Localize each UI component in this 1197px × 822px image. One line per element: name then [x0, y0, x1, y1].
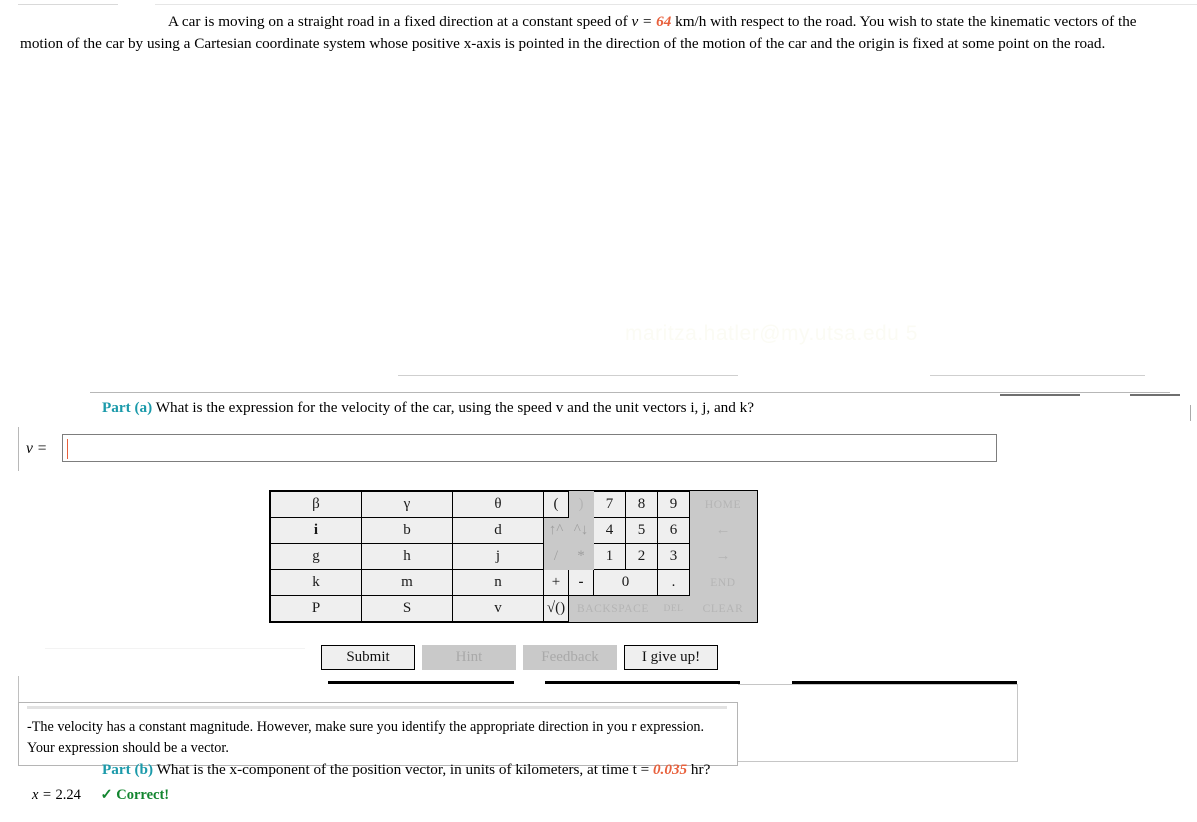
- key-end: END: [689, 569, 757, 596]
- hint-text: -The velocity has a constant magnitude. …: [27, 719, 705, 757]
- mid-rule-d: [1000, 394, 1080, 396]
- key-S[interactable]: S: [361, 595, 453, 622]
- part-b-answer-value: 2.24: [55, 787, 81, 803]
- key-superscript-down-icon: ^↓: [568, 517, 594, 544]
- key-arrow-left-icon: ←: [689, 517, 757, 544]
- key-9[interactable]: 9: [657, 491, 690, 518]
- key-P[interactable]: P: [270, 595, 362, 622]
- faint-rule-low-left: [45, 648, 305, 649]
- key-arrow-right-icon: →: [689, 543, 757, 570]
- part-a-label: Part (a): [102, 399, 153, 416]
- part-b-time-value: 0.035: [652, 761, 688, 778]
- key-close-paren: ): [568, 491, 594, 518]
- key-multiply: *: [568, 543, 594, 570]
- right-feedback-panel: [738, 684, 1018, 762]
- keypad-row-3: g h j / * 1 2 3 →: [270, 543, 757, 570]
- key-del: DEL: [657, 595, 690, 622]
- key-decimal-point[interactable]: .: [657, 569, 690, 596]
- hint-button: Hint: [422, 645, 516, 670]
- key-j-hat[interactable]: j: [452, 543, 544, 570]
- key-i-hat[interactable]: i: [270, 517, 362, 544]
- part-a-section: Part (a) What is the expression for the …: [0, 399, 1197, 417]
- part-a-answer-row: v =: [18, 427, 998, 471]
- hint-left-border-top: [18, 676, 19, 702]
- math-keypad[interactable]: β γ θ ( ) 7 8 9 HOME i b d ↑^ ^↓ 4 5 6 ←: [269, 490, 758, 623]
- keypad-row-2: i b d ↑^ ^↓ 4 5 6 ←: [270, 517, 757, 544]
- part-b-label: Part (b): [102, 761, 154, 778]
- hint-box-top-stripe: [27, 706, 727, 709]
- hint-text-box: -The velocity has a constant magnitude. …: [18, 702, 738, 767]
- feedback-button: Feedback: [523, 645, 617, 670]
- key-6[interactable]: 6: [657, 517, 690, 544]
- submit-button[interactable]: Submit: [321, 645, 415, 670]
- key-0[interactable]: 0: [593, 569, 658, 596]
- key-backspace: BACKSPACE: [568, 595, 658, 622]
- part-b-question-after: hr?: [687, 761, 711, 778]
- key-divide: /: [543, 543, 569, 570]
- mid-rule-b: [930, 375, 1145, 376]
- key-v[interactable]: v: [452, 595, 544, 622]
- key-clear: CLEAR: [689, 595, 757, 622]
- key-7[interactable]: 7: [593, 491, 626, 518]
- answer-input[interactable]: [62, 434, 997, 462]
- key-gamma[interactable]: γ: [361, 491, 453, 518]
- give-up-button[interactable]: I give up!: [624, 645, 718, 670]
- part-b-answer-row: x = 2.24 ✓ Correct!: [32, 787, 169, 804]
- action-button-bar: Submit Hint Feedback I give up!: [321, 645, 718, 670]
- answer-variable-label: v =: [26, 440, 48, 457]
- keypad-row-5: P S v √() BACKSPACE DEL CLEAR: [270, 595, 757, 622]
- bottom-rule-a: [328, 681, 514, 684]
- key-3[interactable]: 3: [657, 543, 690, 570]
- part-b-heading: Part (b) What is the x-component of the …: [0, 761, 1197, 779]
- key-n[interactable]: n: [452, 569, 544, 596]
- problem-text-before: A car is moving on a straight road in a …: [168, 13, 632, 30]
- keypad-row-4: k m n + - 0 . END: [270, 569, 757, 596]
- key-2[interactable]: 2: [625, 543, 658, 570]
- part-a-heading: Part (a) What is the expression for the …: [0, 399, 1197, 417]
- mid-rule-e: [1130, 394, 1180, 396]
- part-a-question: What is the expression for the velocity …: [155, 399, 755, 416]
- text-caret: [67, 439, 68, 459]
- key-minus[interactable]: -: [568, 569, 594, 596]
- email-watermark: maritza.hatler@my.utsa.edu 5: [625, 322, 918, 345]
- top-rule-right: [155, 4, 1197, 5]
- key-5[interactable]: 5: [625, 517, 658, 544]
- key-beta[interactable]: β: [270, 491, 362, 518]
- keypad-table: β γ θ ( ) 7 8 9 HOME i b d ↑^ ^↓ 4 5 6 ←: [270, 491, 757, 622]
- top-rule-left: [18, 4, 118, 5]
- speed-symbol: v =: [631, 13, 657, 30]
- key-m[interactable]: m: [361, 569, 453, 596]
- key-sqrt-icon[interactable]: √(): [543, 595, 569, 622]
- correct-label: Correct!: [116, 787, 170, 803]
- check-icon: ✓: [100, 787, 113, 803]
- key-4[interactable]: 4: [593, 517, 626, 544]
- problem-statement: A car is moving on a straight road in a …: [20, 11, 1160, 54]
- answer-row-left-border: [18, 427, 19, 471]
- key-superscript-up-icon: ↑^: [543, 517, 569, 544]
- key-theta[interactable]: θ: [452, 491, 544, 518]
- correct-status-badge: ✓ Correct!: [100, 787, 169, 803]
- key-d[interactable]: d: [452, 517, 544, 544]
- part-b-answer-variable: x =: [32, 787, 56, 803]
- part-b-section: Part (b) What is the x-component of the …: [0, 761, 1197, 779]
- keypad-row-1: β γ θ ( ) 7 8 9 HOME: [270, 491, 757, 518]
- bottom-rule-b: [545, 681, 740, 684]
- key-b[interactable]: b: [361, 517, 453, 544]
- key-h[interactable]: h: [361, 543, 453, 570]
- key-8[interactable]: 8: [625, 491, 658, 518]
- key-plus[interactable]: +: [543, 569, 569, 596]
- key-g[interactable]: g: [270, 543, 362, 570]
- speed-value: 64: [656, 13, 672, 30]
- mid-rule-c: [90, 392, 1170, 393]
- key-1[interactable]: 1: [593, 543, 626, 570]
- part-b-question-before: What is the x-component of the position …: [156, 761, 653, 778]
- key-k-hat[interactable]: k: [270, 569, 362, 596]
- mid-rule-a: [398, 375, 738, 376]
- key-open-paren[interactable]: (: [543, 491, 569, 518]
- key-home: HOME: [689, 491, 757, 518]
